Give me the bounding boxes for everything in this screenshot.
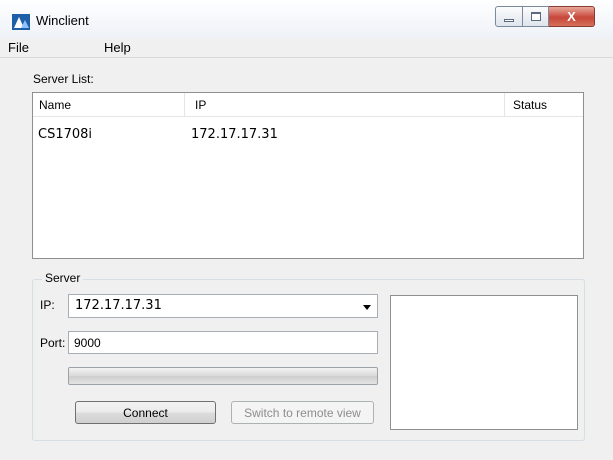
- preview-panel: [390, 295, 578, 430]
- app-window: Winclient X File Help Server List: Name …: [0, 0, 613, 460]
- dropdown-arrow-icon[interactable]: [363, 305, 371, 310]
- title-bar[interactable]: Winclient X: [0, 0, 613, 38]
- column-header-status[interactable]: Status: [505, 93, 583, 117]
- connection-progress-bar: [68, 367, 378, 385]
- port-input[interactable]: 9000: [68, 331, 378, 354]
- column-header-name[interactable]: Name: [33, 93, 185, 117]
- server-ip-cell: 172.17.17.31: [191, 127, 278, 142]
- server-list-label: Server List:: [33, 72, 94, 86]
- menu-help[interactable]: Help: [104, 40, 131, 55]
- minimize-button[interactable]: [495, 6, 523, 27]
- column-header-ip[interactable]: IP: [185, 93, 505, 117]
- window-title: Winclient: [36, 13, 89, 28]
- server-list-header: Name IP Status: [33, 93, 583, 117]
- server-list[interactable]: Name IP Status CS1708i 172.17.17.31: [32, 92, 584, 259]
- close-icon: X: [567, 9, 576, 24]
- port-input-value: 9000: [74, 336, 101, 350]
- maximize-icon: [530, 12, 541, 21]
- connect-button[interactable]: Connect: [75, 401, 216, 424]
- ip-combobox[interactable]: 172.17.17.31: [68, 294, 378, 318]
- port-label: Port:: [40, 336, 66, 350]
- app-logo-icon: [12, 14, 30, 30]
- maximize-button[interactable]: [523, 6, 549, 27]
- menu-bar: File Help: [0, 38, 613, 58]
- ip-combobox-value: 172.17.17.31: [75, 298, 162, 313]
- server-list-row[interactable]: CS1708i 172.17.17.31: [33, 127, 583, 147]
- ip-label: IP:: [40, 298, 55, 312]
- menu-file[interactable]: File: [8, 40, 29, 55]
- switch-to-remote-view-button[interactable]: Switch to remote view: [231, 401, 374, 424]
- close-button[interactable]: X: [549, 6, 595, 27]
- minimize-icon: [504, 19, 514, 22]
- window-controls: X: [495, 6, 595, 27]
- server-group-label: Server: [42, 271, 84, 285]
- server-name-cell: CS1708i: [38, 127, 93, 142]
